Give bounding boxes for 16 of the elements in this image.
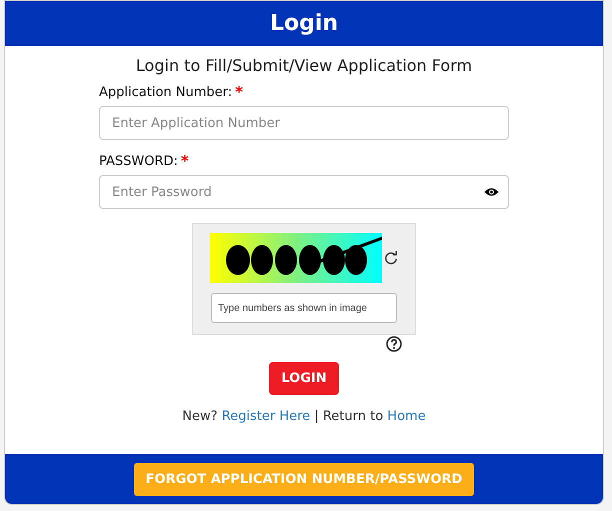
form-subtitle: Login to Fill/Submit/View Application Form [136,56,472,75]
login-title: Login [270,11,338,36]
help-icon[interactable] [386,336,402,352]
register-link[interactable]: Register Here [222,409,310,424]
captcha-input[interactable]: Type numbers as shown in image [211,293,397,323]
home-link[interactable]: Home [387,409,426,424]
field-label: PASSWORD: [99,154,178,169]
eye-icon[interactable] [484,187,499,197]
required-mark: * [235,85,244,100]
field-label: Application Number: [99,85,232,100]
login-button[interactable]: LOGIN [269,362,339,395]
register-home-text: New? Register Here | Return to Home [182,409,426,424]
required-mark: * [180,154,189,169]
input-field[interactable]: Enter Password [99,175,509,209]
input-field[interactable]: Enter Application Number [99,106,509,140]
refresh-icon[interactable] [384,251,398,265]
